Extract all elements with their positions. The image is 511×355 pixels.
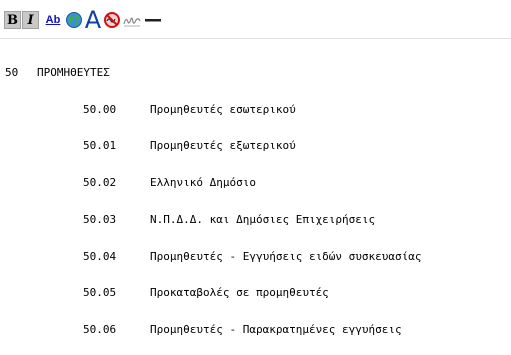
item-label: Ελληνικό Δημόσιο [150, 176, 256, 189]
item-code: 50.01 [83, 139, 117, 152]
hyperlink-button[interactable] [65, 11, 83, 29]
toolbar-divider [0, 38, 511, 39]
bold-button[interactable]: B [4, 11, 21, 29]
item-code: 50.00 [83, 103, 117, 116]
no-signature-icon [104, 12, 120, 28]
item-label: Προμηθευτές εσωτερικού [150, 103, 296, 116]
account-code: 50 [5, 66, 19, 79]
item-code: 50.06 [83, 323, 117, 336]
item-label: Προμηθευτές - Εγγυήσεις ειδών συσκευασία… [150, 250, 422, 263]
horizontal-line-button[interactable] [143, 11, 163, 29]
item-code: 50.02 [83, 176, 117, 189]
item-label: Προμηθευτές - Παρακρατημένες εγγυήσεις [150, 323, 402, 336]
horizontal-line-icon [145, 19, 161, 22]
formatting-toolbar: B I Ab A [0, 0, 511, 38]
bold-icon: B [7, 12, 18, 28]
signature-button[interactable] [122, 11, 142, 29]
remove-signature-button[interactable] [103, 11, 121, 29]
font-button[interactable]: A [84, 6, 102, 34]
item-label: Ν.Π.Δ.Δ. και Δημόσιες Επιχειρήσεις [150, 213, 376, 226]
item-label: Προμηθευτές εξωτερικού [150, 139, 296, 152]
item-label: Προκαταβολές σε προμηθευτές [150, 286, 329, 299]
account-title: ΠΡΟΜΗΘΕΥΤΕΣ [37, 66, 110, 79]
globe-icon [66, 12, 82, 28]
item-code: 50.03 [83, 213, 117, 226]
signature-icon [123, 17, 141, 27]
italic-icon: I [27, 12, 34, 28]
italic-button[interactable]: I [22, 11, 39, 29]
text-color-icon: Ab [45, 14, 61, 26]
item-code: 50.04 [83, 250, 117, 263]
item-code: 50.05 [83, 286, 117, 299]
font-icon: A [84, 6, 102, 34]
text-color-button[interactable]: Ab [42, 11, 64, 29]
document-content: 50 ΠΡΟΜΗΘΕΥΤΕΣ 50.00 Προμηθευτές εσωτερι… [0, 56, 511, 355]
